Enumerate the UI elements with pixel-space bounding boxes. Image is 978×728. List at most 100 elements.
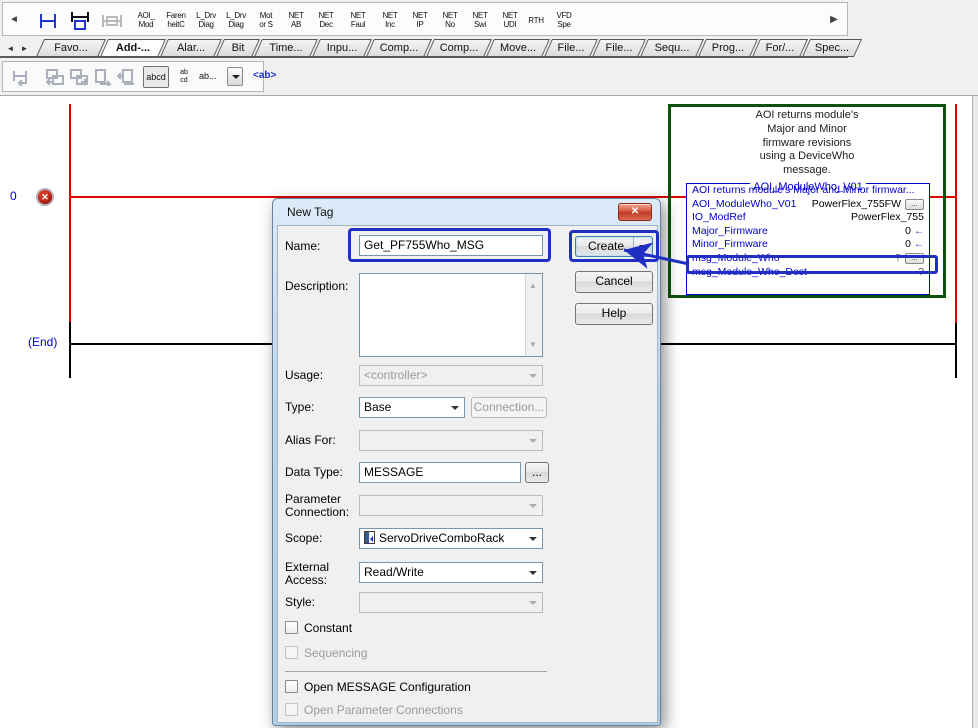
tab-bit[interactable]: Bit bbox=[216, 39, 260, 57]
aoi-instruction-block[interactable]: AOI_ModuleWho_V01 AOI returns module's M… bbox=[686, 183, 930, 295]
toggle-tag-wrap-button[interactable]: ab cd bbox=[175, 66, 193, 88]
new-rung-icon[interactable] bbox=[35, 10, 61, 32]
instruction-tab-bar: ◄ ► Favo... Add-... Alar... Bit Time... … bbox=[0, 38, 978, 58]
parameter-connection-label: Parameter bbox=[285, 492, 341, 506]
help-button[interactable]: Help bbox=[575, 303, 653, 325]
alias-for-label: Alias For: bbox=[285, 433, 336, 447]
close-icon[interactable]: ✕ bbox=[618, 203, 652, 221]
tag-display-dropdown[interactable]: ab... bbox=[199, 66, 243, 88]
parameter-connection-select bbox=[359, 495, 543, 516]
sequencing-label: Sequencing bbox=[304, 646, 367, 660]
style-select bbox=[359, 592, 543, 613]
instruction-toolbar: ◄ AOI_Mod FarenheitC L_DrvDiag L_DrvDiag… bbox=[0, 0, 978, 38]
instr-net-no[interactable]: NETNo bbox=[435, 6, 465, 34]
window-edge bbox=[972, 96, 978, 728]
instr-aoi-mod[interactable]: AOI_Mod bbox=[131, 6, 161, 34]
instr-net-faul[interactable]: NETFaul bbox=[343, 6, 373, 34]
instr-net-ab[interactable]: NETAB bbox=[281, 6, 311, 34]
instr-net-dec[interactable]: NETDec bbox=[311, 6, 341, 34]
tab-scroll-right-icon[interactable]: ► bbox=[18, 42, 31, 56]
tab-program-control[interactable]: Prog... bbox=[698, 39, 758, 57]
description-label: Description: bbox=[285, 279, 348, 293]
parameter-connection-label2: Connection: bbox=[285, 505, 349, 519]
dialog-title: New Tag bbox=[287, 205, 333, 219]
scope-select[interactable]: ServoDriveComboRack bbox=[359, 528, 543, 549]
cancel-button[interactable]: Cancel bbox=[575, 271, 653, 293]
rung-number[interactable]: 0 bbox=[10, 189, 17, 203]
tab-compare[interactable]: Comp... bbox=[366, 39, 432, 57]
constant-checkbox[interactable] bbox=[285, 621, 298, 634]
type-label: Type: bbox=[285, 400, 314, 414]
import-rungs-icon[interactable] bbox=[45, 68, 65, 86]
browse-tag-button[interactable]: ... bbox=[905, 199, 924, 210]
tab-timer-counter[interactable]: Time... bbox=[254, 39, 318, 57]
scroll-up-icon[interactable]: ▲ bbox=[529, 276, 537, 295]
textarea-scrollbar[interactable]: ▲ ▼ bbox=[525, 274, 542, 356]
branch-level-icon[interactable] bbox=[99, 10, 125, 32]
external-access-select[interactable]: Read/Write bbox=[359, 562, 543, 583]
tab-special[interactable]: Spec... bbox=[802, 39, 862, 57]
instr-net-swi[interactable]: NETSwi bbox=[465, 6, 495, 34]
tab-file-shift[interactable]: File... bbox=[592, 39, 646, 57]
toggle-tag-names-button[interactable]: abcd bbox=[143, 66, 169, 88]
type-select[interactable]: Base bbox=[359, 397, 465, 418]
scroll-right-icon[interactable]: ▶ bbox=[827, 12, 841, 28]
tab-compute[interactable]: Comp... bbox=[426, 39, 492, 57]
tab-add-on[interactable]: Add-... bbox=[100, 39, 166, 57]
scroll-left-icon[interactable]: ◄ bbox=[7, 12, 21, 28]
instr-vfd-spe[interactable]: VFDSpe bbox=[549, 6, 579, 34]
dropdown-arrow-icon[interactable] bbox=[227, 67, 243, 86]
dropdown-arrow-icon bbox=[529, 601, 537, 609]
sequencing-checkbox bbox=[285, 646, 298, 659]
scope-label: Scope: bbox=[285, 531, 322, 545]
dropdown-arrow-icon bbox=[529, 374, 537, 382]
tab-scroll-left-icon[interactable]: ◄ bbox=[4, 42, 17, 56]
aoi-param-row[interactable]: Minor_Firmware ← 0 bbox=[687, 238, 929, 252]
data-type-input[interactable]: MESSAGE bbox=[359, 462, 521, 483]
constant-label: Constant bbox=[304, 621, 352, 635]
tab-favorites[interactable]: Favo... bbox=[36, 39, 106, 57]
export-rungs-icon[interactable] bbox=[69, 68, 89, 86]
open-message-configuration-checkbox[interactable] bbox=[285, 680, 298, 693]
rung-error-icon[interactable]: ✕ bbox=[36, 188, 54, 206]
tab-file-misc[interactable]: File... bbox=[544, 39, 598, 57]
new-tag-dialog: New Tag ✕ Name: Get_PF755Who_MSG Create … bbox=[272, 198, 661, 726]
tab-for-break[interactable]: For/... bbox=[752, 39, 808, 57]
new-branch-icon[interactable] bbox=[67, 10, 93, 32]
tab-sequencer[interactable]: Sequ... bbox=[640, 39, 704, 57]
right-rail-black bbox=[955, 323, 957, 378]
description-textarea[interactable]: ▲ ▼ bbox=[359, 273, 543, 357]
instr-ldrv-diag-1[interactable]: L_DrvDiag bbox=[191, 6, 221, 34]
instr-rth[interactable]: RTH bbox=[521, 6, 551, 34]
aoi-param-row[interactable]: AOI_ModuleWho_V01 ... PowerFlex_755FW bbox=[687, 198, 929, 212]
tab-input-output[interactable]: Inpu... bbox=[312, 39, 372, 57]
name-label: Name: bbox=[285, 239, 320, 253]
aoi-param-row[interactable]: IO_ModRef PowerFlex_755 bbox=[687, 211, 929, 225]
instr-mot-or-s[interactable]: Motor S bbox=[251, 6, 281, 34]
scroll-down-icon[interactable]: ▼ bbox=[529, 335, 537, 354]
aoi-param-row[interactable]: Major_Firmware ← 0 bbox=[687, 225, 929, 239]
instr-net-ip[interactable]: NETIP bbox=[405, 6, 435, 34]
dropdown-arrow-icon bbox=[529, 537, 537, 545]
dropdown-arrow-icon bbox=[529, 571, 537, 579]
toggle-descriptions-button[interactable]: <ab> bbox=[253, 70, 276, 81]
right-rail-red bbox=[955, 104, 957, 323]
instr-ldrv-diag-2[interactable]: L_DrvDiag bbox=[221, 6, 251, 34]
instr-farenheitc[interactable]: FarenheitC bbox=[161, 6, 191, 34]
style-label: Style: bbox=[285, 595, 315, 609]
alias-for-select bbox=[359, 430, 543, 451]
aoi-description-row: AOI returns module's Major and Minor fir… bbox=[687, 184, 929, 198]
controller-scope-icon bbox=[364, 531, 375, 544]
tab-alarms[interactable]: Alar... bbox=[160, 39, 222, 57]
instr-net-inc[interactable]: NETInc bbox=[375, 6, 405, 34]
page-forward-icon[interactable] bbox=[93, 68, 113, 86]
page-insert-icon[interactable] bbox=[117, 68, 137, 86]
usage-select: <controller> bbox=[359, 365, 543, 386]
rung-comment[interactable]: AOI returns module's Major and Minor fir… bbox=[676, 109, 938, 178]
tab-move-logical[interactable]: Move... bbox=[486, 39, 550, 57]
data-type-browse-button[interactable]: ... bbox=[525, 462, 549, 483]
data-type-label: Data Type: bbox=[285, 465, 343, 479]
wrap-rung-icon[interactable] bbox=[11, 68, 31, 86]
msg-module-who-highlight-box bbox=[686, 255, 938, 274]
dropdown-arrow-icon bbox=[529, 504, 537, 512]
